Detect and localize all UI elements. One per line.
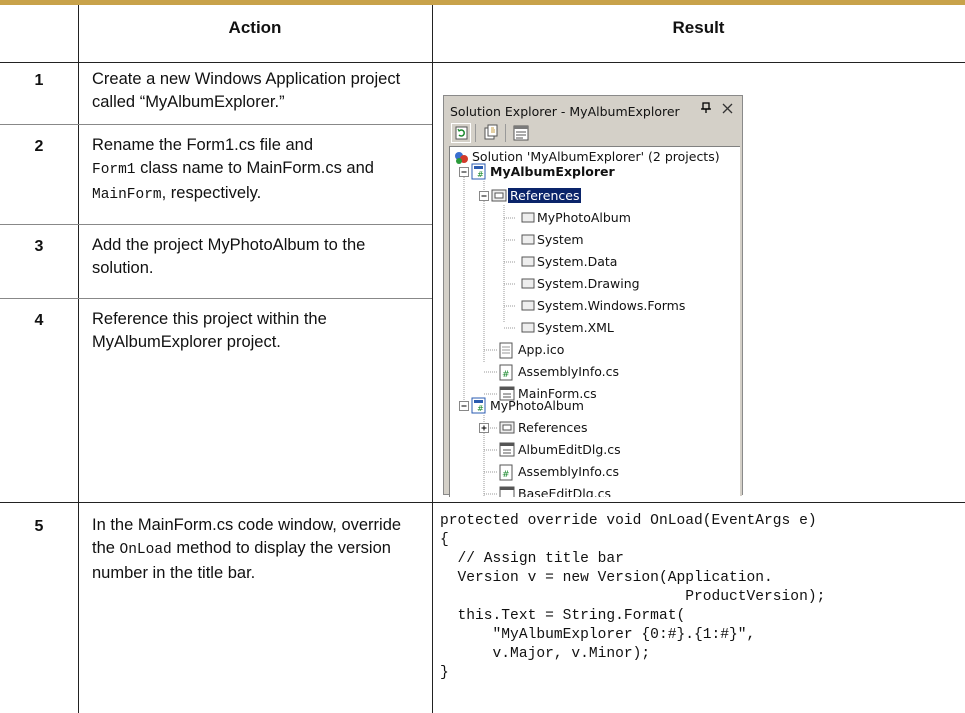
pin-icon[interactable] [700,102,712,118]
svg-text:#: # [477,170,484,179]
step-number-1: 1 [34,72,44,89]
close-icon[interactable] [722,102,733,118]
properties-icon[interactable] [510,122,532,144]
references-node-selected[interactable]: References [506,187,583,204]
reference-item[interactable]: System.XML [537,320,614,335]
step-text-4: Reference this project within the MyAlbu… [92,310,327,351]
project-node-myphotoalbum[interactable]: MyPhotoAlbum [490,398,584,413]
row-divider-4 [0,502,965,503]
header-result: Result [672,18,725,37]
file-node[interactable]: AlbumEditDlg.cs [518,442,621,457]
toolbar-separator [475,124,476,142]
svg-text:#: # [502,370,510,380]
step-number-4: 4 [34,312,44,329]
file-node[interactable]: AssemblyInfo.cs [518,364,619,379]
row-divider-2 [0,224,432,225]
step-2-code-form1: Form1 [92,162,136,178]
top-rule [0,0,965,5]
toolbar-separator [505,124,506,142]
step-text-1: Create a new Windows Application project… [92,70,401,111]
row-divider-1 [0,124,432,125]
code-block-onload: protected override void OnLoad(EventArgs… [440,513,826,681]
references-node[interactable]: References [518,420,587,435]
file-node[interactable]: App.ico [518,342,564,357]
scrollbar[interactable] [740,146,742,496]
svg-text:#: # [502,470,510,480]
file-icon: # # [499,342,515,497]
solution-icon [455,152,468,164]
solution-tree: # # # # Solution 'MyAlbumExplorer' (2 pr… [449,146,740,497]
row-divider-3 [0,298,432,299]
step-text-5: In the MainForm.cs code window, override… [92,514,427,585]
step-5-code-onload: OnLoad [119,542,172,558]
refresh-icon[interactable] [450,122,472,144]
reference-item[interactable]: System.Drawing [537,276,640,291]
step-2-text-a: Rename the Form1.cs file and [92,136,314,154]
step-2-text-b: class name to MainForm.cs and [135,159,374,177]
show-all-files-icon[interactable] [480,122,502,144]
step-2-code-mainform: MainForm [92,187,162,203]
reference-item-icon [521,212,535,333]
file-node[interactable]: AssemblyInfo.cs [518,464,619,479]
solution-explorer-title: Solution Explorer - MyAlbumExplorer [450,104,680,119]
reference-item[interactable]: System.Windows.Forms [537,298,685,313]
reference-item[interactable]: System [537,232,584,247]
step-2-text-c: , respectively. [161,184,262,202]
step-number-5: 5 [34,518,44,535]
step-text-2: Rename the Form1.cs file and Form1 class … [92,134,427,207]
project-node-myalbumexplorer[interactable]: MyAlbumExplorer [490,164,615,179]
step-number-2: 2 [34,138,44,155]
column-divider-num [78,5,79,713]
reference-item[interactable]: System.Data [537,254,617,269]
header-action: Action [228,18,282,37]
column-divider-action [432,5,433,713]
solution-explorer-window: Solution Explorer - MyAlbumExplorer # # … [443,95,743,497]
step-number-3: 3 [34,238,44,255]
file-node[interactable]: BaseEditDlg.cs [518,486,611,497]
project-icon: # # [471,163,486,414]
step-text-3: Add the project MyPhotoAlbum to the solu… [92,236,366,277]
solution-node[interactable]: Solution 'MyAlbumExplorer' (2 projects) [472,149,720,164]
reference-item[interactable]: MyPhotoAlbum [537,210,631,225]
header-divider [0,62,965,63]
svg-text:#: # [477,404,484,413]
